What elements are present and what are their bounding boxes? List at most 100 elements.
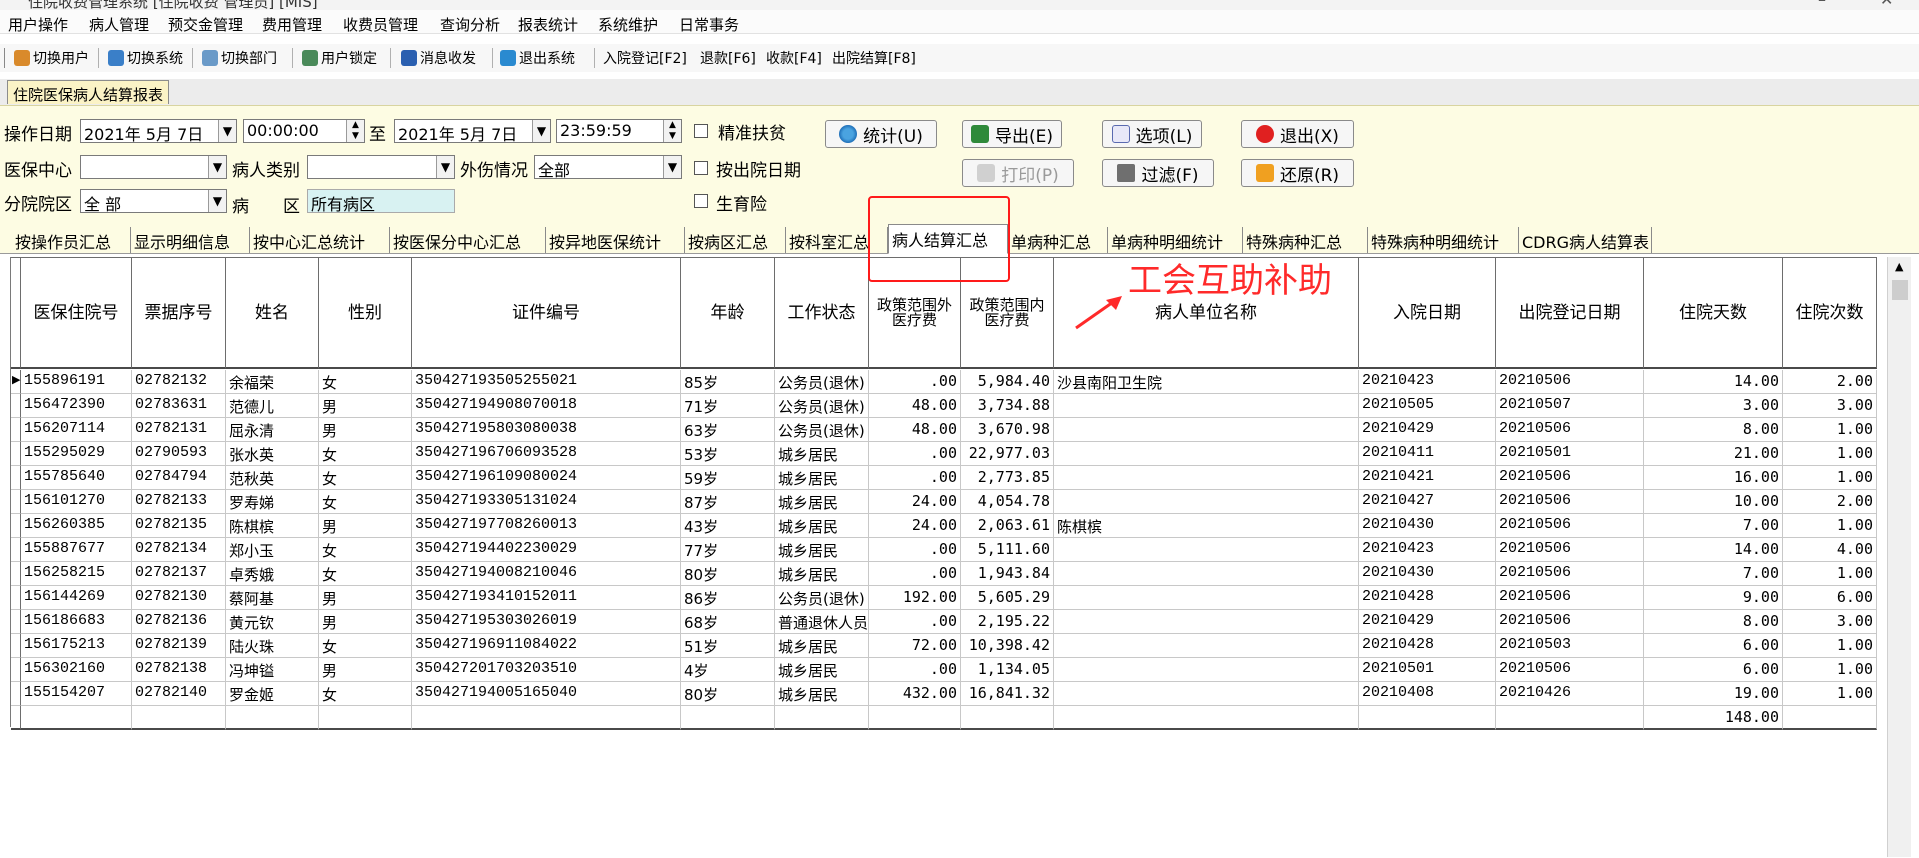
table-cell[interactable]: .00 bbox=[869, 658, 961, 682]
table-cell[interactable]: 罗金姬 bbox=[226, 682, 319, 706]
table-cell[interactable]: 02782139 bbox=[132, 634, 226, 658]
table-cell[interactable]: 3,734.88 bbox=[961, 394, 1054, 418]
table-cell[interactable]: 20210506 bbox=[1496, 586, 1644, 610]
table-cell[interactable]: 350427196109080024 bbox=[412, 466, 681, 490]
table-cell[interactable]: 公务员(退休) bbox=[775, 370, 869, 394]
table-cell[interactable]: 350427194402230029 bbox=[412, 538, 681, 562]
table-cell[interactable]: 男 bbox=[319, 394, 412, 418]
row-indicator[interactable] bbox=[11, 418, 21, 442]
table-cell[interactable]: 156101270 bbox=[21, 490, 132, 514]
injury-select[interactable]: 全部 ▼ bbox=[534, 155, 682, 179]
table-cell[interactable]: 4岁 bbox=[681, 658, 775, 682]
column-header-10[interactable]: 入院日期 bbox=[1359, 257, 1496, 369]
table-cell[interactable] bbox=[1054, 610, 1359, 634]
table-cell[interactable]: 女 bbox=[319, 370, 412, 394]
table-cell[interactable]: 192.00 bbox=[869, 586, 961, 610]
table-cell[interactable]: 20210503 bbox=[1496, 634, 1644, 658]
table-cell[interactable] bbox=[1054, 634, 1359, 658]
table-cell[interactable]: 城乡居民 bbox=[775, 538, 869, 562]
table-cell[interactable] bbox=[1054, 682, 1359, 706]
table-cell[interactable]: 4,054.78 bbox=[961, 490, 1054, 514]
table-cell[interactable]: 公务员(退休) bbox=[775, 586, 869, 610]
table-cell[interactable]: 1,943.84 bbox=[961, 562, 1054, 586]
table-cell[interactable]: 20210429 bbox=[1359, 610, 1496, 634]
table-cell[interactable]: 86岁 bbox=[681, 586, 775, 610]
sub-tab-8[interactable]: 单病种汇总 bbox=[1008, 227, 1108, 253]
table-cell[interactable]: 3.00 bbox=[1644, 394, 1783, 418]
table-cell[interactable]: 20210506 bbox=[1496, 418, 1644, 442]
scroll-up-arrow-icon[interactable]: ▲ bbox=[1895, 260, 1903, 273]
table-cell[interactable]: 1.00 bbox=[1783, 466, 1877, 490]
table-cell[interactable]: 1.00 bbox=[1783, 682, 1877, 706]
table-cell[interactable]: 范德儿 bbox=[226, 394, 319, 418]
table-cell[interactable]: 20210505 bbox=[1359, 394, 1496, 418]
table-cell[interactable]: 156144269 bbox=[21, 586, 132, 610]
table-cell[interactable]: 2,063.61 bbox=[961, 514, 1054, 538]
table-cell[interactable]: 432.00 bbox=[869, 682, 961, 706]
table-cell[interactable]: 156207114 bbox=[21, 418, 132, 442]
table-cell[interactable]: 6.00 bbox=[1783, 586, 1877, 610]
table-cell[interactable]: 350427195303026019 bbox=[412, 610, 681, 634]
table-cell[interactable]: 350427197708260013 bbox=[412, 514, 681, 538]
table-cell[interactable]: 22,977.03 bbox=[961, 442, 1054, 466]
toolbar-button-3[interactable]: 用户锁定 bbox=[302, 47, 377, 69]
table-cell[interactable]: 20210430 bbox=[1359, 562, 1496, 586]
table-cell[interactable]: .00 bbox=[869, 538, 961, 562]
table-cell[interactable]: 7.00 bbox=[1644, 562, 1783, 586]
menu-item-7[interactable]: 系统维护 bbox=[598, 14, 658, 35]
options-button[interactable]: 选项(L) bbox=[1102, 120, 1202, 148]
table-cell[interactable]: 8.00 bbox=[1644, 610, 1783, 634]
table-cell[interactable]: 城乡居民 bbox=[775, 442, 869, 466]
table-cell[interactable]: 2.00 bbox=[1783, 370, 1877, 394]
table-cell[interactable]: 男 bbox=[319, 514, 412, 538]
column-header-6[interactable]: 工作状态 bbox=[775, 257, 869, 369]
menu-item-4[interactable]: 收费员管理 bbox=[343, 14, 418, 35]
menu-item-8[interactable]: 日常事务 bbox=[679, 14, 739, 35]
exit-button[interactable]: 退出(X) bbox=[1241, 120, 1354, 148]
spinner-arrows-icon[interactable]: ▲ ▼ bbox=[346, 120, 364, 142]
table-cell[interactable]: 罗寿娣 bbox=[226, 490, 319, 514]
sub-tab-0[interactable]: 按操作员汇总 bbox=[12, 227, 131, 253]
toolbar-button-5[interactable]: 退出系统 bbox=[500, 47, 575, 69]
sub-tab-10[interactable]: 特殊病种汇总 bbox=[1243, 227, 1368, 253]
table-cell[interactable]: 155896191 bbox=[21, 370, 132, 394]
table-cell[interactable]: 02784794 bbox=[132, 466, 226, 490]
table-cell[interactable]: 350427194908070018 bbox=[412, 394, 681, 418]
table-cell[interactable]: 20210423 bbox=[1359, 370, 1496, 394]
table-cell[interactable]: .00 bbox=[869, 442, 961, 466]
table-cell[interactable]: 陈棋槟 bbox=[1054, 514, 1359, 538]
table-cell[interactable]: 男 bbox=[319, 658, 412, 682]
column-header-13[interactable]: 住院次数 bbox=[1783, 257, 1877, 369]
table-cell[interactable]: 3,670.98 bbox=[961, 418, 1054, 442]
table-cell[interactable]: 20210411 bbox=[1359, 442, 1496, 466]
table-cell[interactable]: 350427196706093528 bbox=[412, 442, 681, 466]
time-to-spinner[interactable]: 23:59:59 ▲ ▼ bbox=[556, 119, 682, 143]
table-cell[interactable]: 87岁 bbox=[681, 490, 775, 514]
branch-select[interactable]: 全 部 ▼ bbox=[80, 189, 227, 213]
table-cell[interactable]: 女 bbox=[319, 634, 412, 658]
table-cell[interactable]: 156260385 bbox=[21, 514, 132, 538]
column-header-0[interactable]: 医保住院号 bbox=[21, 257, 132, 369]
table-cell[interactable]: 1.00 bbox=[1783, 562, 1877, 586]
table-cell[interactable]: 20210427 bbox=[1359, 490, 1496, 514]
table-cell[interactable]: 350427193505255021 bbox=[412, 370, 681, 394]
table-cell[interactable]: 7.00 bbox=[1644, 514, 1783, 538]
table-cell[interactable]: 20210501 bbox=[1496, 442, 1644, 466]
maternity-checkbox[interactable] bbox=[694, 194, 708, 208]
table-cell[interactable]: 女 bbox=[319, 562, 412, 586]
table-cell[interactable]: 4.00 bbox=[1783, 538, 1877, 562]
table-cell[interactable]: 155295029 bbox=[21, 442, 132, 466]
table-cell[interactable]: 24.00 bbox=[869, 514, 961, 538]
table-cell[interactable]: 蔡阿基 bbox=[226, 586, 319, 610]
table-cell[interactable]: 24.00 bbox=[869, 490, 961, 514]
row-indicator[interactable] bbox=[11, 682, 21, 706]
table-cell[interactable]: 20210426 bbox=[1496, 682, 1644, 706]
row-indicator[interactable] bbox=[11, 466, 21, 490]
table-cell[interactable]: 48.00 bbox=[869, 418, 961, 442]
table-cell[interactable]: 3.00 bbox=[1783, 394, 1877, 418]
sub-tab-12[interactable]: CDRG病人结算表 bbox=[1519, 227, 1652, 253]
document-tab-settlement-report[interactable]: 住院医保病人结算报表 bbox=[7, 80, 169, 104]
table-cell[interactable]: 350427201703203510 bbox=[412, 658, 681, 682]
table-cell[interactable]: 02782131 bbox=[132, 418, 226, 442]
column-header-5[interactable]: 年龄 bbox=[681, 257, 775, 369]
